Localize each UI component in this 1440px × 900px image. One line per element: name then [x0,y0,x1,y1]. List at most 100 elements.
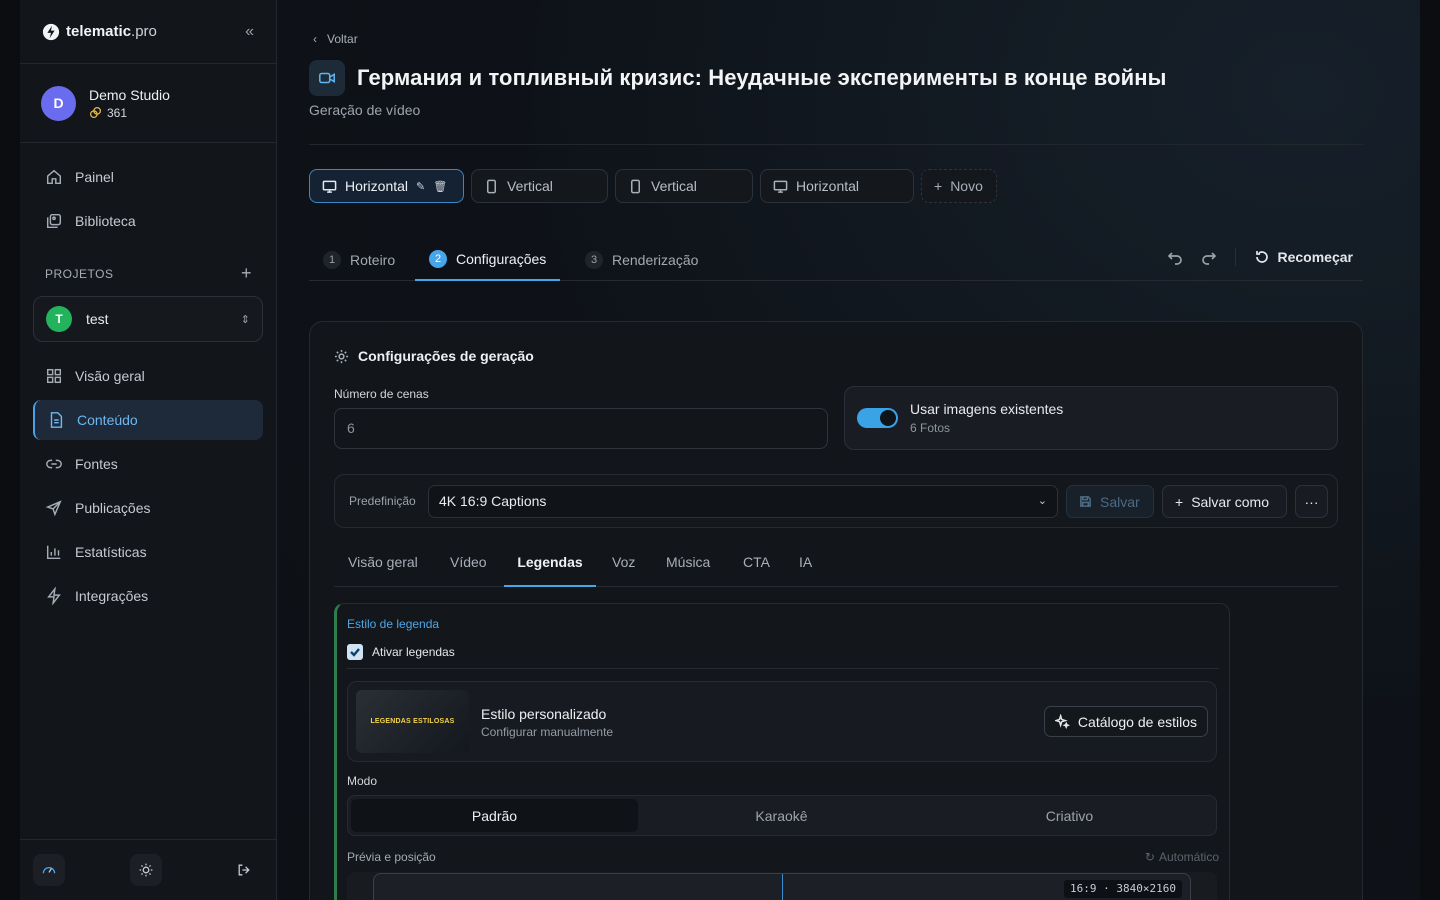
subtab-video[interactable]: Vídeo [450,554,487,587]
captions-panel: Estilo de legenda Ativar legendas LEGEND… [334,603,1230,900]
sidebar-item-label: Visão geral [75,368,145,384]
catalog-label: Catálogo de estilos [1077,713,1197,730]
sidebar-item-fontes[interactable]: Fontes [33,444,263,484]
collapse-sidebar-icon[interactable]: « [245,23,254,41]
preview-area: 16:9 · 3840×2160 [347,872,1217,900]
logo[interactable]: telematic .pro [42,23,157,41]
format-tab-horizontal-1[interactable]: Horizontal ✎ 🗑 [309,169,464,203]
generation-settings-card: Configurações de geração Número de cenas… [309,321,1363,900]
auto-label: Automático [1158,850,1219,864]
preview-canvas[interactable]: 16:9 · 3840×2160 [373,873,1191,900]
back-link[interactable]: ‹ Voltar [313,32,358,46]
trash-icon[interactable]: 🗑 [433,180,447,193]
subtab-voz[interactable]: Voz [612,554,635,587]
step-configuracoes[interactable]: 2 Configurações [415,238,561,281]
sparkles-icon [1054,714,1070,729]
step-number: 3 [585,250,603,269]
back-label: Voltar [327,32,358,46]
sidebar: telematic .pro « D Demo Studio 361 Painel… [20,0,277,900]
save-as-label: Salvar como [1191,493,1269,510]
save-button[interactable]: Salvar [1066,485,1154,518]
grid-icon [46,368,62,384]
caption-style-thumbnail: LEGENDAS ESTILOSAS [356,690,469,753]
subtab-visao-geral[interactable]: Visão geral [348,554,418,587]
sidebar-item-publicacoes[interactable]: Publicações [33,488,263,528]
settings-subtabs: Visão geral Vídeo Legendas Voz Música CT… [334,554,1338,587]
credits: 361 [89,106,170,120]
send-icon [45,500,62,517]
project-name: test [86,311,109,327]
scenes-input[interactable]: 6 [334,408,828,449]
studio-switcher[interactable]: D Demo Studio 361 [20,64,276,143]
sidebar-item-label: Publicações [75,500,151,516]
step-label: Configurações [456,250,547,267]
captions-section-title: Estilo de legenda [347,617,440,631]
subtab-legendas[interactable]: Legendas [504,554,596,587]
studio-name: Demo Studio [89,86,170,103]
redo-icon[interactable] [1201,249,1217,265]
step-renderizacao[interactable]: 3 Renderização [585,238,698,281]
more-icon: ··· [1304,493,1319,510]
preset-select[interactable]: 4K 16:9 Captions ⌄ [428,485,1058,518]
sidebar-item-label: Conteúdo [77,412,138,428]
mode-label: Modo [347,774,378,788]
mode-karaoke[interactable]: Karaokê [638,799,925,832]
auto-position-button[interactable]: ↻ Automático [1145,850,1219,864]
subtab-ia[interactable]: IA [799,554,812,587]
project-selector[interactable]: T test ⇕ [33,296,263,342]
sidebar-item-integracoes[interactable]: Integrações [33,576,263,616]
edit-icon[interactable]: ✎ [416,180,425,193]
sidebar-item-estatisticas[interactable]: Estatísticas [33,532,263,572]
card-title: Configurações de geração [334,348,534,364]
page-title: Германия и топливный кризис: Неудачные э… [357,65,1167,90]
home-icon [46,169,62,185]
format-tab-horizontal-2[interactable]: Horizontal [760,169,914,203]
style-catalog-button[interactable]: Catálogo de estilos [1043,706,1208,737]
usage-button[interactable] [33,854,65,886]
step-roteiro[interactable]: 1 Roteiro [323,238,395,281]
plus-icon: + [934,178,943,194]
sidebar-item-label: Biblioteca [75,213,136,229]
format-tab-label: Horizontal [796,178,860,194]
logout-icon [238,864,250,876]
sidebar-item-conteudo[interactable]: Conteúdo [33,400,263,440]
divider [347,668,1219,669]
subtab-musica[interactable]: Música [666,554,710,587]
restart-button[interactable]: Recomeçar [1254,249,1353,265]
monitor-icon [773,180,788,193]
sidebar-item-painel[interactable]: Painel [33,157,263,197]
save-label: Salvar [1100,493,1140,510]
gear-icon [334,349,349,363]
library-icon [46,213,62,229]
center-guide-line [782,874,783,900]
new-format-button[interactable]: + Novo [921,169,997,203]
sidebar-item-visao-geral[interactable]: Visão geral [33,356,263,396]
mode-padrao[interactable]: Padrão [351,799,638,832]
sidebar-item-label: Fontes [75,456,118,472]
phone-icon [487,179,496,193]
phone-icon [631,179,640,193]
chevron-down-icon: ⌄ [1037,495,1047,507]
undo-icon[interactable] [1167,249,1183,265]
add-project-icon[interactable]: + [241,263,252,284]
more-options-button[interactable]: ··· [1295,485,1328,518]
card-title-text: Configurações de geração [358,348,534,364]
format-tab-vertical-2[interactable]: Vertical [615,169,753,203]
sidebar-item-biblioteca[interactable]: Biblioteca [33,201,263,241]
theme-toggle-button[interactable] [130,854,162,886]
logout-button[interactable] [228,854,260,886]
save-as-button[interactable]: + Salvar como [1162,485,1287,518]
sidebar-footer [20,839,276,900]
format-tab-label: Vertical [507,178,553,194]
resolution-badge: 16:9 · 3840×2160 [1064,880,1182,898]
format-tab-vertical-1[interactable]: Vertical [471,169,608,203]
logo-row: telematic .pro « [20,0,276,64]
caption-style-box: LEGENDAS ESTILOSAS Estilo personalizado … [347,681,1217,762]
enable-captions-checkbox[interactable]: Ativar legendas [347,644,455,660]
subtab-cta[interactable]: CTA [743,554,770,587]
main-content: ‹ Voltar Германия и топливный кризис: Не… [277,0,1420,900]
credits-count: 361 [107,105,128,120]
use-images-toggle[interactable] [857,408,898,428]
mode-criativo[interactable]: Criativo [926,799,1213,832]
format-tab-label: Horizontal [345,178,409,194]
